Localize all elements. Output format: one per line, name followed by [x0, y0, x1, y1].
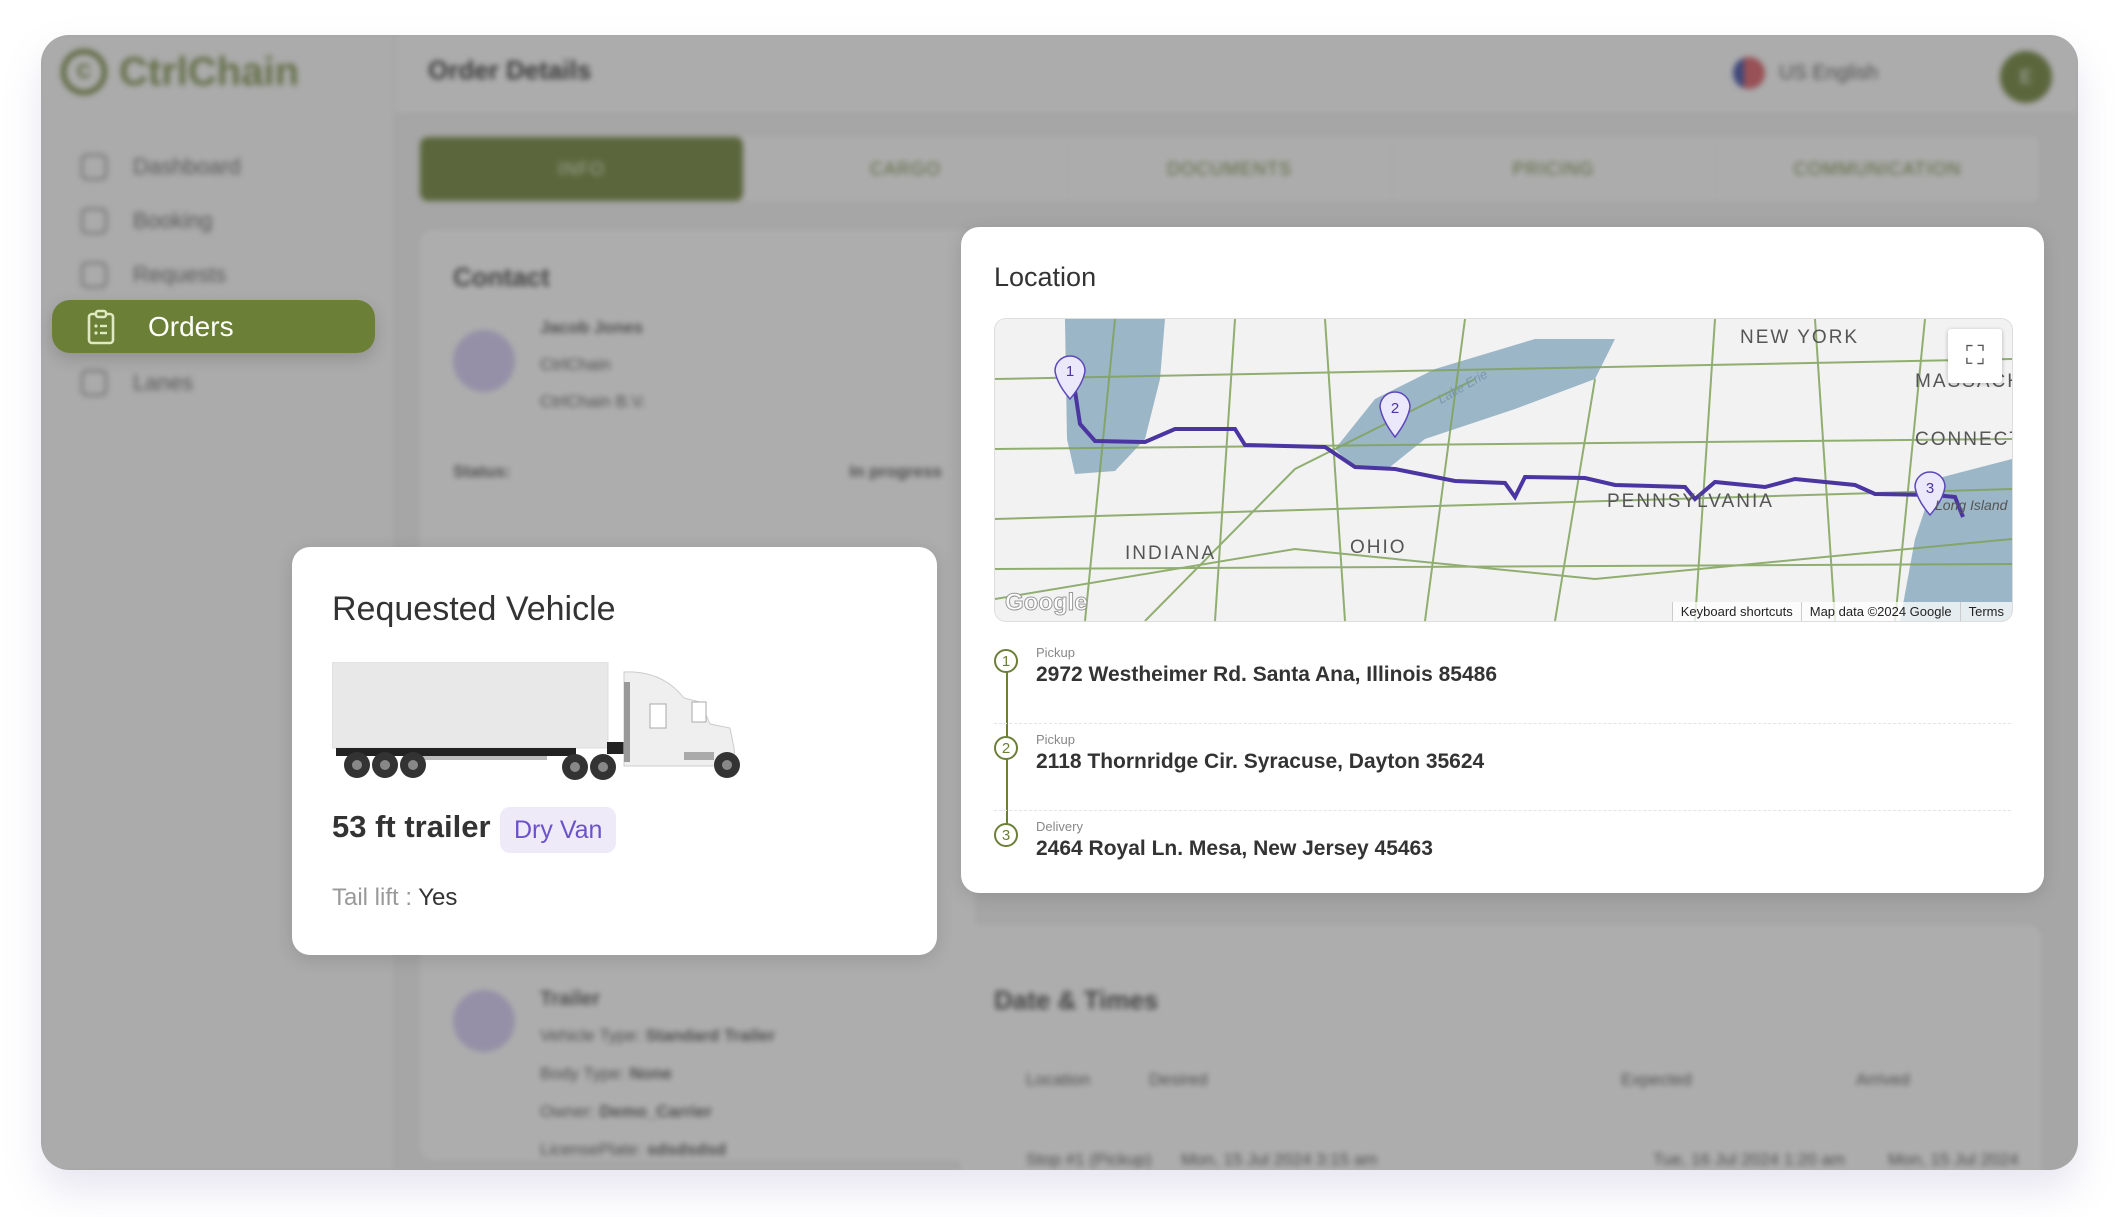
dashboard-icon	[81, 154, 107, 180]
status-label: Status:	[453, 462, 511, 481]
tail-lift-row: Tail lift : Yes	[332, 884, 457, 912]
tail-lift-value: Yes	[418, 884, 458, 911]
stop-list: 1 Pickup 2972 Westheimer Rd. Santa Ana, …	[994, 637, 2011, 897]
tab-cargo[interactable]: CARGO	[744, 137, 1068, 201]
tail-lift-label: Tail lift :	[332, 884, 413, 911]
map-canvas[interactable]: 1 2 3	[995, 319, 2012, 621]
keyboard-shortcuts-link[interactable]: Keyboard shortcuts	[1671, 602, 1801, 621]
requests-icon	[81, 262, 107, 288]
logo-text: CtrlChain	[119, 49, 299, 94]
sidebar-item-booking[interactable]: Booking	[81, 194, 241, 248]
dates-card: Date & Times Location Desired Expected A…	[961, 925, 2041, 1170]
contact-avatar	[453, 330, 515, 392]
location-title: Location	[994, 262, 1097, 292]
location-card: Location 1 2 3 NEW YORK PENNSYLVANIA IND…	[961, 227, 2044, 893]
tab-communication[interactable]: COMMUNICATION	[1716, 137, 2040, 201]
tab-pricing[interactable]: PRICING	[1392, 137, 1716, 201]
dates-cell: Mon, 15 Jul 2024 3:15 am	[1181, 1150, 1378, 1169]
page-title: Order Details	[428, 55, 592, 85]
user-avatar[interactable]: E	[2000, 51, 2052, 103]
svg-text:3: 3	[1926, 480, 1934, 497]
map-label-connecticut: CONNECT	[1915, 429, 2013, 450]
trailer-avatar	[453, 990, 515, 1052]
contact-title: Contact	[453, 262, 550, 292]
trailer-row: Vehicle Type: Standard Trailer	[540, 1026, 775, 1045]
trailer-title: Trailer	[540, 988, 601, 1010]
fullscreen-icon: ⛶	[1965, 340, 1985, 370]
stop-item: 2 Pickup 2118 Thornridge Cir. Syracuse, …	[994, 724, 2011, 811]
sidebar-item-label: Dashboard	[133, 154, 241, 179]
tab-info[interactable]: INFO	[420, 137, 744, 201]
header: Order Details US English E	[395, 35, 2078, 114]
map-label-ohio: OHIO	[1350, 537, 1407, 558]
logo: C CtrlChain	[61, 49, 299, 95]
requested-vehicle-title: Requested Vehicle	[332, 590, 616, 628]
lanes-icon	[81, 370, 107, 396]
stop-type: Pickup	[1036, 732, 1076, 747]
vehicle-size: 53 ft trailer	[332, 809, 491, 844]
language-selector[interactable]: US English	[1733, 57, 1878, 89]
contact-company: CtrlChain	[540, 355, 611, 374]
svg-text:1: 1	[1066, 363, 1074, 380]
logo-icon: C	[61, 49, 107, 95]
contact-name: Jacob Jones	[540, 318, 643, 337]
sidebar-item-lanes[interactable]: Lanes	[81, 356, 241, 410]
fullscreen-button[interactable]: ⛶	[1948, 329, 2002, 383]
trailer-row: Owner: Demo_Carrier	[540, 1102, 712, 1121]
dates-header: Location	[1026, 1070, 1091, 1089]
dates-header: Arrived	[1856, 1070, 1910, 1089]
dates-header: Expected	[1621, 1070, 1692, 1089]
us-flag-icon	[1733, 57, 1766, 89]
stop-type: Delivery	[1036, 819, 1083, 834]
stop-type: Pickup	[1036, 645, 1076, 660]
map-label-indiana: INDIANA	[1125, 543, 1217, 564]
route-map[interactable]: 1 2 3 NEW YORK PENNSYLVANIA INDIANA OHIO…	[994, 318, 2013, 622]
status-value: In progress	[849, 462, 942, 481]
stop-number: 1	[994, 649, 1018, 673]
stop-number: 2	[994, 736, 1018, 760]
map-label-new-york: NEW YORK	[1740, 327, 1860, 348]
terms-link[interactable]: Terms	[1959, 602, 2012, 621]
sidebar-item-label: Orders	[148, 310, 234, 342]
sidebar-nav: Dashboard Booking Requests Lanes	[81, 140, 241, 410]
map-label-pennsylvania: PENNSYLVANIA	[1607, 491, 1774, 512]
sidebar-item-orders[interactable]: Orders	[52, 300, 375, 353]
dates-cell: Tue, 16 Jul 2024 1:20 am	[1653, 1150, 1846, 1169]
booking-icon	[81, 208, 107, 234]
map-label-long-island: Long Island	[1935, 497, 2008, 513]
stop-item: 1 Pickup 2972 Westheimer Rd. Santa Ana, …	[994, 637, 2011, 724]
truck-illustration	[332, 662, 740, 780]
vehicle-type-badge: Dry Van	[500, 807, 617, 853]
map-data-attribution: Map data ©2024 Google	[1800, 602, 1960, 621]
dates-cell: Mon, 15 Jul 2024 1:21 am	[1888, 1150, 2019, 1169]
requested-vehicle-card: Requested Vehicle 53 ft trailer Dry Van …	[292, 547, 937, 955]
dates-title: Date & Times	[994, 985, 1159, 1015]
clipboard-list-icon	[87, 309, 115, 344]
tab-documents[interactable]: DOCUMENTS	[1068, 137, 1392, 201]
language-label: US English	[1779, 61, 1878, 84]
stop-address: 2464 Royal Ln. Mesa, New Jersey 45463	[1036, 837, 1433, 860]
sidebar-item-dashboard[interactable]: Dashboard	[81, 140, 241, 194]
trailer-row: Body Type: None	[540, 1064, 672, 1083]
trailer-row: LicensePlate: sdsdsdsd	[540, 1140, 727, 1159]
sidebar-item-label: Booking	[133, 208, 213, 233]
order-tabs: INFO CARGO DOCUMENTS PRICING COMMUNICATI…	[420, 137, 2040, 201]
map-footer: Keyboard shortcuts Map data ©2024 Google…	[1671, 602, 2012, 621]
stop-number: 3	[994, 823, 1018, 847]
sidebar-item-requests[interactable]: Requests	[81, 248, 241, 302]
stop-address: 2118 Thornridge Cir. Syracuse, Dayton 35…	[1036, 750, 1485, 773]
stop-item: 3 Delivery 2464 Royal Ln. Mesa, New Jers…	[994, 811, 2011, 897]
sidebar-item-label: Requests	[133, 262, 226, 287]
sidebar-item-label: Lanes	[133, 370, 193, 395]
contact-entity: CtrlChain B.V.	[540, 392, 647, 411]
stop-address: 2972 Westheimer Rd. Santa Ana, Illinois …	[1036, 663, 1498, 686]
dates-cell: Stop #1 (Pickup)	[1026, 1150, 1152, 1169]
dates-header: Desired	[1149, 1070, 1208, 1089]
svg-text:2: 2	[1391, 400, 1399, 417]
google-logo: Google	[1005, 589, 1089, 617]
